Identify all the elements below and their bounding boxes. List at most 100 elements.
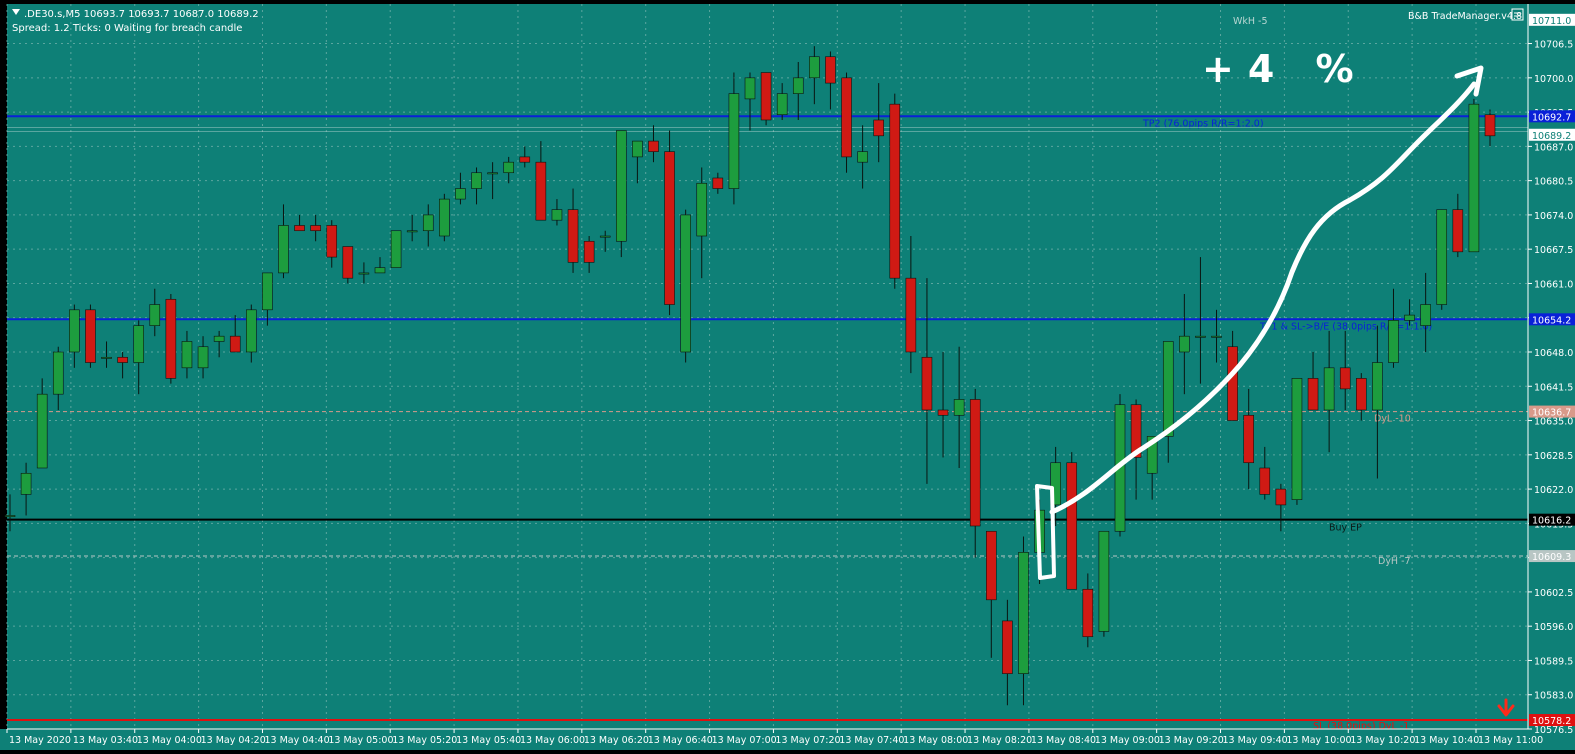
bear-candle[interactable]	[937, 409, 949, 416]
bull-candle[interactable]	[213, 335, 225, 342]
bull-candle[interactable]	[455, 188, 466, 200]
bull-candle[interactable]	[632, 140, 643, 158]
bear-candle[interactable]	[294, 225, 305, 232]
bull-candle[interactable]	[197, 346, 209, 369]
bear-candle[interactable]	[342, 246, 354, 279]
bear-candle[interactable]	[1307, 378, 1319, 411]
price-tag-value: 10616.2	[1532, 516, 1571, 527]
bull-candle[interactable]	[149, 304, 161, 326]
bear-candle[interactable]	[921, 356, 933, 411]
bear-candle[interactable]	[1275, 488, 1287, 506]
bull-candle[interactable]	[696, 182, 708, 237]
bull-candle[interactable]	[599, 235, 611, 238]
bull-candle[interactable]	[471, 172, 482, 189]
chart-canvas[interactable]: TP2 (76.0pips R/R=1:2.0)TP1 & SL->B/E (3…	[0, 0, 1575, 750]
bear-candle[interactable]	[1452, 209, 1464, 253]
x-tick-label: 13 May 08:40	[1031, 735, 1096, 746]
bull-candle[interactable]	[390, 230, 402, 268]
bear-candle[interactable]	[1356, 378, 1367, 411]
bull-candle[interactable]	[101, 356, 112, 359]
bull-candle[interactable]	[680, 214, 691, 353]
bull-candle[interactable]	[439, 198, 450, 237]
bull-candle[interactable]	[1388, 320, 1399, 363]
bear-candle[interactable]	[905, 277, 917, 353]
bear-candle[interactable]	[969, 399, 981, 527]
bull-candle[interactable]	[1162, 341, 1174, 437]
bull-candle[interactable]	[52, 351, 64, 395]
x-tick-label: 13 May 10:40	[1414, 735, 1479, 746]
bull-candle[interactable]	[422, 214, 434, 232]
bull-candle[interactable]	[792, 77, 804, 94]
bull-candle[interactable]	[809, 56, 820, 79]
bull-candle[interactable]	[1098, 530, 1110, 632]
level-label-wkh: WkH -5	[1233, 16, 1268, 27]
bull-candle[interactable]	[133, 325, 144, 363]
bull-candle[interactable]	[1420, 304, 1431, 326]
bear-candle[interactable]	[841, 77, 852, 158]
bear-candle[interactable]	[229, 335, 241, 353]
bull-candle[interactable]	[744, 77, 756, 100]
bear-candle[interactable]	[117, 356, 128, 363]
bull-candle[interactable]	[1372, 362, 1383, 411]
bear-candle[interactable]	[1243, 414, 1254, 464]
bull-candle[interactable]	[20, 472, 32, 495]
bear-candle[interactable]	[1002, 620, 1013, 674]
bull-candle[interactable]	[1404, 314, 1415, 321]
trading-chart[interactable]: TP2 (76.0pips R/R=1:2.0) TP1 & SL->B/E (3…	[0, 0, 1575, 750]
bull-candle[interactable]	[728, 93, 740, 189]
bull-candle[interactable]	[1291, 378, 1303, 500]
bull-candle[interactable]	[1468, 103, 1480, 253]
bull-candle[interactable]	[1018, 552, 1029, 674]
bull-candle[interactable]	[406, 230, 418, 233]
bear-candle[interactable]	[873, 119, 884, 137]
bull-candle[interactable]	[1436, 209, 1448, 305]
y-tick-label: 10667.5	[1534, 245, 1573, 256]
bull-candle[interactable]	[857, 151, 868, 163]
bull-candle[interactable]	[1211, 335, 1222, 338]
bear-candle[interactable]	[310, 225, 321, 232]
bull-candle[interactable]	[4, 515, 16, 517]
bear-candle[interactable]	[535, 161, 547, 221]
bear-candle[interactable]	[986, 530, 997, 601]
bull-candle[interactable]	[69, 309, 80, 353]
bull-candle[interactable]	[278, 225, 289, 274]
bull-candle[interactable]	[776, 93, 788, 116]
bear-candle[interactable]	[1227, 346, 1238, 421]
bear-candle[interactable]	[1259, 467, 1271, 495]
bear-candle[interactable]	[165, 298, 177, 379]
bear-candle[interactable]	[519, 156, 531, 163]
bear-candle[interactable]	[326, 225, 338, 258]
bear-candle[interactable]	[85, 309, 96, 363]
bear-candle[interactable]	[825, 56, 836, 84]
bull-candle[interactable]	[246, 309, 257, 353]
bull-candle[interactable]	[551, 209, 563, 221]
y-tick-label: 10648.0	[1534, 348, 1573, 359]
bear-candle[interactable]	[760, 72, 772, 121]
bull-candle[interactable]	[374, 267, 386, 274]
bear-candle[interactable]	[583, 240, 595, 263]
bull-candle[interactable]	[36, 393, 48, 469]
bull-candle[interactable]	[181, 341, 193, 369]
bear-candle[interactable]	[889, 103, 901, 279]
bull-candle[interactable]	[358, 272, 370, 275]
bear-candle[interactable]	[1066, 462, 1078, 590]
bear-candle[interactable]	[712, 177, 724, 189]
bear-candle[interactable]	[1082, 588, 1094, 638]
bear-candle[interactable]	[648, 140, 659, 152]
bear-candle[interactable]	[664, 151, 675, 305]
x-tick-label: 13 May 11:00	[1478, 735, 1543, 746]
bull-candle[interactable]	[1323, 367, 1335, 411]
bull-candle[interactable]	[1195, 335, 1206, 338]
bull-candle[interactable]	[262, 272, 273, 311]
bull-candle[interactable]	[953, 399, 965, 416]
x-tick-label: 13 May 08:20	[967, 735, 1032, 746]
price-tag-value: 10692.7	[1532, 112, 1571, 123]
bull-candle[interactable]	[503, 161, 514, 174]
bull-candle[interactable]	[1179, 335, 1190, 353]
bull-candle[interactable]	[616, 130, 627, 242]
bear-candle[interactable]	[1484, 114, 1496, 137]
bear-candle[interactable]	[1339, 367, 1351, 390]
bear-candle[interactable]	[567, 209, 579, 263]
price-tag-value: 10654.2	[1532, 315, 1571, 326]
bull-candle[interactable]	[487, 172, 498, 175]
